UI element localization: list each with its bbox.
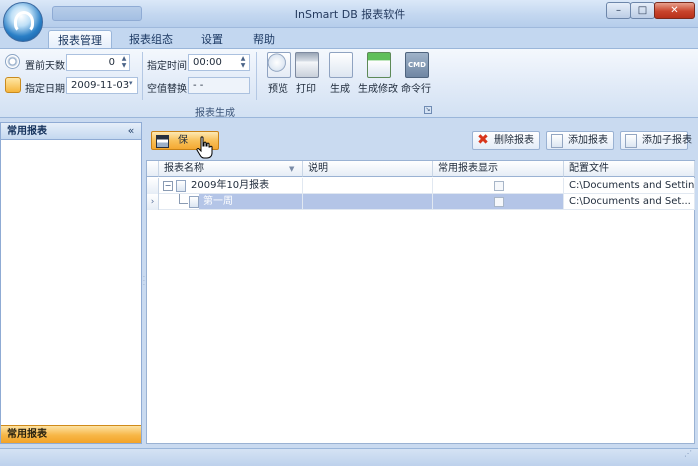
null-replace-input[interactable]: - - — [188, 77, 250, 94]
cell-config[interactable]: C:\Documents and Setting... — [564, 178, 695, 194]
delete-icon: ✖ — [477, 132, 489, 148]
cell-name[interactable]: − 2009年10月报表 — [159, 178, 303, 194]
days-label: 置前天数 — [25, 61, 65, 72]
column-header-config[interactable]: 配置文件 — [564, 161, 695, 177]
report-name: 第一周 — [203, 196, 233, 207]
maximize-button[interactable]: □ — [630, 2, 655, 19]
clock-icon — [5, 54, 20, 69]
ribbon-group-caption: 报表生成 — [195, 108, 235, 119]
column-header-desc[interactable]: 说明 — [303, 161, 433, 177]
cursor-icon — [196, 136, 213, 159]
save-label: 保 — [178, 135, 188, 146]
date-dropdown-icon[interactable]: ▾ — [129, 79, 133, 87]
app-orb-icon[interactable] — [3, 2, 43, 42]
cell-common[interactable] — [433, 194, 564, 210]
sort-arrow-icon: ▼ — [289, 165, 295, 173]
cmd-icon: CMD — [405, 52, 429, 78]
command-line-button[interactable]: CMD 命令行 — [396, 50, 436, 102]
cell-desc[interactable] — [303, 194, 433, 210]
date-label: 指定日期 — [25, 84, 65, 95]
field-separator — [142, 52, 143, 100]
column-header-name-label: 报表名称 — [164, 163, 204, 174]
add-sub-report-button[interactable]: 添加子报表 — [620, 131, 692, 150]
tree-collapse-icon[interactable]: − — [163, 181, 173, 191]
row-header[interactable] — [147, 178, 159, 194]
column-header-common[interactable]: 常用报表显示 — [433, 161, 564, 177]
common-checkbox[interactable] — [494, 197, 504, 207]
save-icon — [156, 135, 169, 148]
report-icon — [189, 196, 199, 208]
add-sub-icon — [625, 134, 637, 148]
tab-report-configuration[interactable]: 报表组态 — [120, 30, 182, 49]
cell-config[interactable]: C:\Documents and Set... ··· — [564, 194, 695, 210]
delete-report-button[interactable]: ✖ 删除报表 — [472, 131, 540, 150]
add-sub-report-label: 添加子报表 — [642, 135, 692, 146]
group-launcher-icon[interactable]: ↘ — [424, 106, 432, 114]
app-orb-glyph — [14, 11, 34, 33]
time-spinner[interactable]: ▲ ▼ — [238, 55, 248, 70]
common-checkbox[interactable] — [494, 181, 504, 191]
document-edit-icon — [367, 52, 391, 78]
qat-text — [53, 9, 61, 19]
tab-settings[interactable]: 设置 — [190, 30, 234, 49]
column-header-name[interactable]: 报表名称 ▼ — [159, 161, 303, 177]
null-replace-label: 空值替换 — [147, 84, 187, 95]
document-icon — [329, 52, 353, 78]
cell-name[interactable]: 第一周 — [159, 194, 303, 210]
add-icon — [551, 134, 563, 148]
tree-line — [179, 194, 188, 204]
grid-corner — [147, 161, 159, 177]
quick-access-toolbar[interactable] — [52, 6, 142, 21]
cell-desc[interactable] — [303, 178, 433, 194]
status-bar — [0, 448, 698, 466]
resize-grip-icon[interactable]: ⋰ — [684, 450, 696, 464]
left-panel: 常用报表 « 常用报表 — [0, 122, 142, 444]
report-icon — [176, 180, 186, 192]
report-name: 2009年10月报表 — [191, 180, 270, 191]
tab-help[interactable]: 帮助 — [244, 30, 284, 49]
command-line-label: 命令行 — [401, 84, 431, 95]
row-header[interactable]: › — [147, 194, 159, 210]
table-row[interactable]: › 第一周 C:\Documents and Set... ··· — [147, 194, 695, 210]
collapse-panel-button[interactable]: « — [125, 125, 137, 137]
table-row[interactable]: − 2009年10月报表 C:\Documents and Setting... — [147, 178, 695, 194]
left-panel-header: 常用报表 — [1, 123, 141, 140]
add-report-label: 添加报表 — [568, 135, 608, 146]
minimize-button[interactable]: – — [606, 2, 631, 19]
delete-report-label: 删除报表 — [494, 135, 534, 146]
left-panel-footer-tab[interactable]: 常用报表 — [1, 425, 141, 443]
add-report-button[interactable]: 添加报表 — [546, 131, 614, 150]
calendar-icon — [5, 77, 21, 93]
close-button[interactable]: ✕ — [654, 2, 695, 19]
date-input[interactable]: 2009-11-03 — [66, 77, 138, 94]
time-label: 指定时间 — [147, 61, 187, 72]
printer-icon — [295, 52, 319, 78]
cell-common[interactable] — [433, 178, 564, 194]
days-spinner[interactable]: ▲ ▼ — [119, 55, 129, 70]
report-grid: 报表名称 ▼ 说明 常用报表显示 配置文件 − 2009年10月报表 C:\Do… — [146, 160, 695, 444]
window-title: InSmart DB 报表软件 — [294, 8, 406, 21]
tab-report-management[interactable]: 报表管理 — [48, 30, 112, 49]
